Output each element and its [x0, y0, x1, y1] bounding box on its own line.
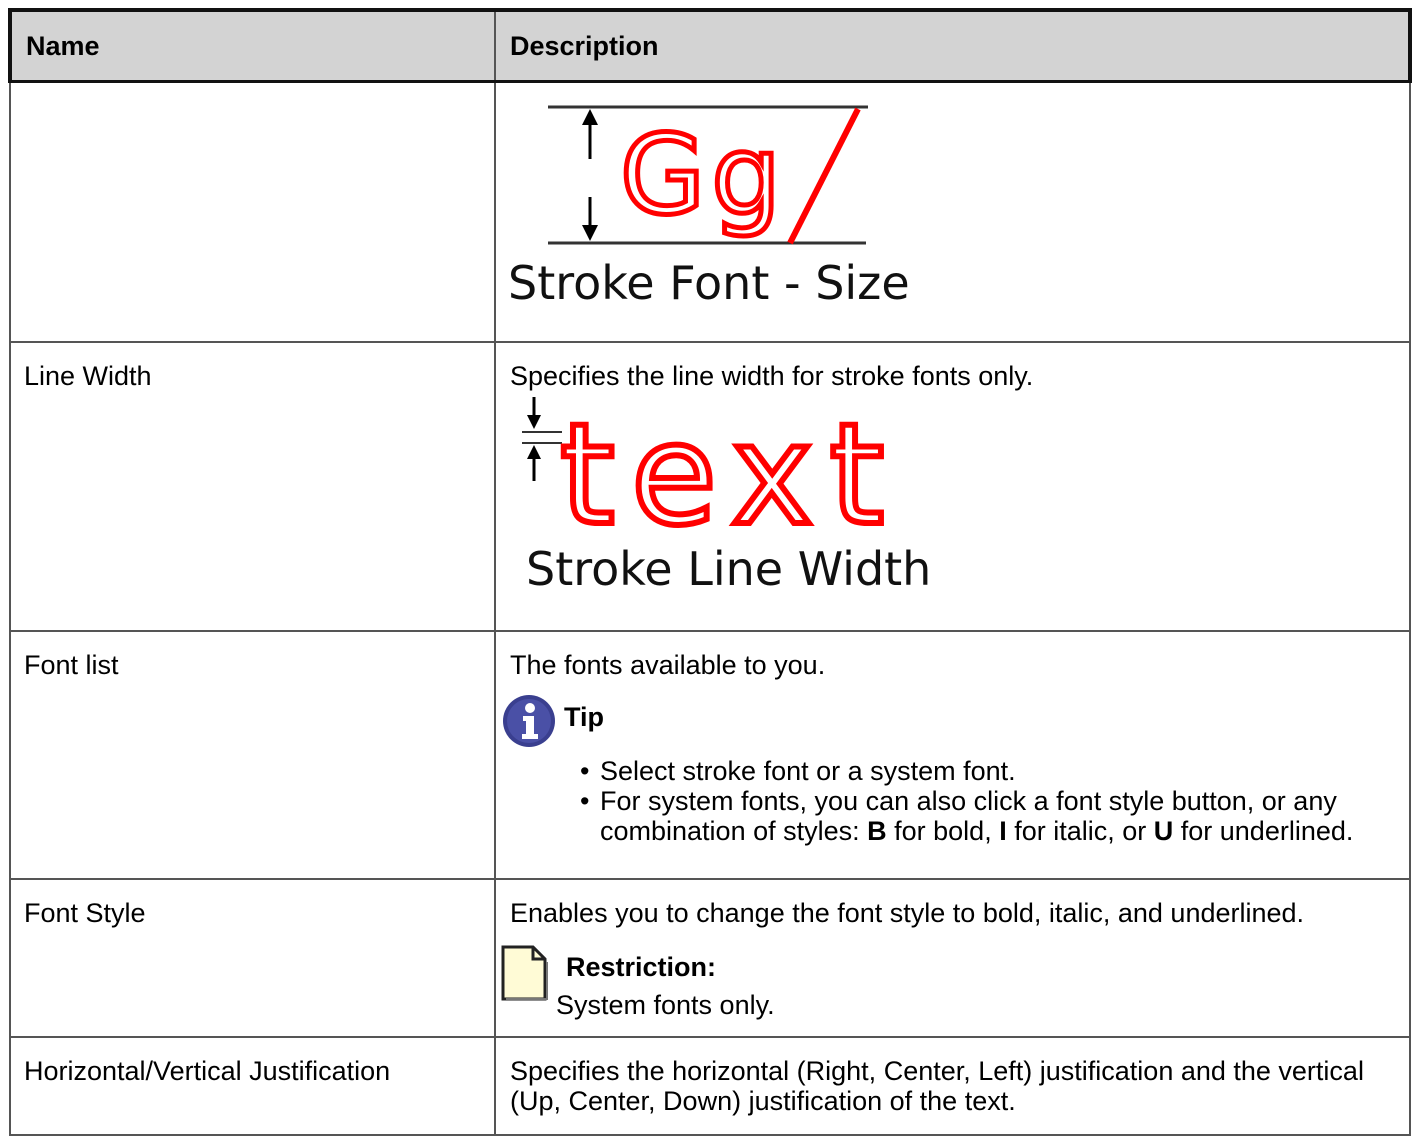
size-arrow-up-icon — [582, 109, 598, 159]
row-description-cell: Enables you to change the font style to … — [494, 877, 1411, 1038]
table-row: Line Width Specifies the line width for … — [9, 340, 1411, 632]
row-name-cell: Horizontal/Vertical Justification — [9, 1035, 496, 1136]
restriction-note: Restriction: System fonts only. — [500, 944, 1395, 1020]
stroke-font-size-figure: Gg Stroke Font - Size — [508, 105, 910, 310]
name-column-header: Name — [8, 8, 496, 83]
description-column-header: Description — [494, 8, 1412, 83]
row-description: Specifies the horizontal (Right, Center,… — [510, 1055, 1364, 1116]
row-description: Enables you to change the font style to … — [510, 897, 1305, 928]
tip-header: Tip — [502, 694, 1395, 748]
header-row: Name Description — [8, 8, 1412, 83]
restriction-text: System fonts only. — [556, 989, 775, 1020]
width-arrow-up-icon — [527, 444, 541, 481]
row-name-cell — [9, 80, 496, 343]
stroke-line-width-figure: text Stroke Line Width — [522, 395, 930, 595]
figure-caption: Stroke Font - Size — [508, 256, 910, 310]
stroke-slash-sample — [787, 107, 861, 245]
list-item: For system fonts, you can also click a f… — [576, 786, 1395, 846]
tip-label: Tip — [564, 701, 604, 732]
restriction-label: Restriction: — [566, 951, 717, 982]
stroke-text-sample: text — [560, 395, 900, 557]
row-name-cell: Font list — [9, 629, 496, 880]
figure-caption: Stroke Line Width — [526, 542, 930, 595]
width-arrow-down-icon — [527, 396, 541, 429]
row-description-cell: Specifies the horizontal (Right, Center,… — [494, 1035, 1411, 1136]
tip-list: Select stroke font or a system font. For… — [576, 756, 1395, 846]
row-description-cell: Gg Stroke Font - Size — [494, 80, 1411, 343]
list-item: Select stroke font or a system font. — [576, 756, 1395, 786]
row-description-cell: Specifies the line width for stroke font… — [494, 340, 1411, 632]
size-arrow-down-icon — [582, 197, 598, 241]
table-row: Font Style Enables you to change the fon… — [9, 877, 1411, 1038]
note-icon — [501, 945, 548, 1000]
row-description: Specifies the line width for stroke font… — [510, 360, 1034, 391]
table-row: Font list The fonts available to you. Ti… — [9, 629, 1411, 880]
properties-table: Name Description Gg Stroke Font - Size L… — [8, 8, 1412, 1136]
table-row: Gg Stroke Font - Size — [9, 80, 1411, 343]
row-description-cell: The fonts available to you. Tip Select s… — [494, 629, 1411, 880]
row-description: The fonts available to you. — [510, 649, 826, 680]
stroke-glyphs-sample: Gg — [620, 111, 787, 239]
info-icon — [503, 694, 555, 747]
row-name-cell: Line Width — [9, 340, 496, 632]
table-row: Horizontal/Vertical Justification Specif… — [9, 1035, 1411, 1136]
row-name-cell: Font Style — [9, 877, 496, 1038]
